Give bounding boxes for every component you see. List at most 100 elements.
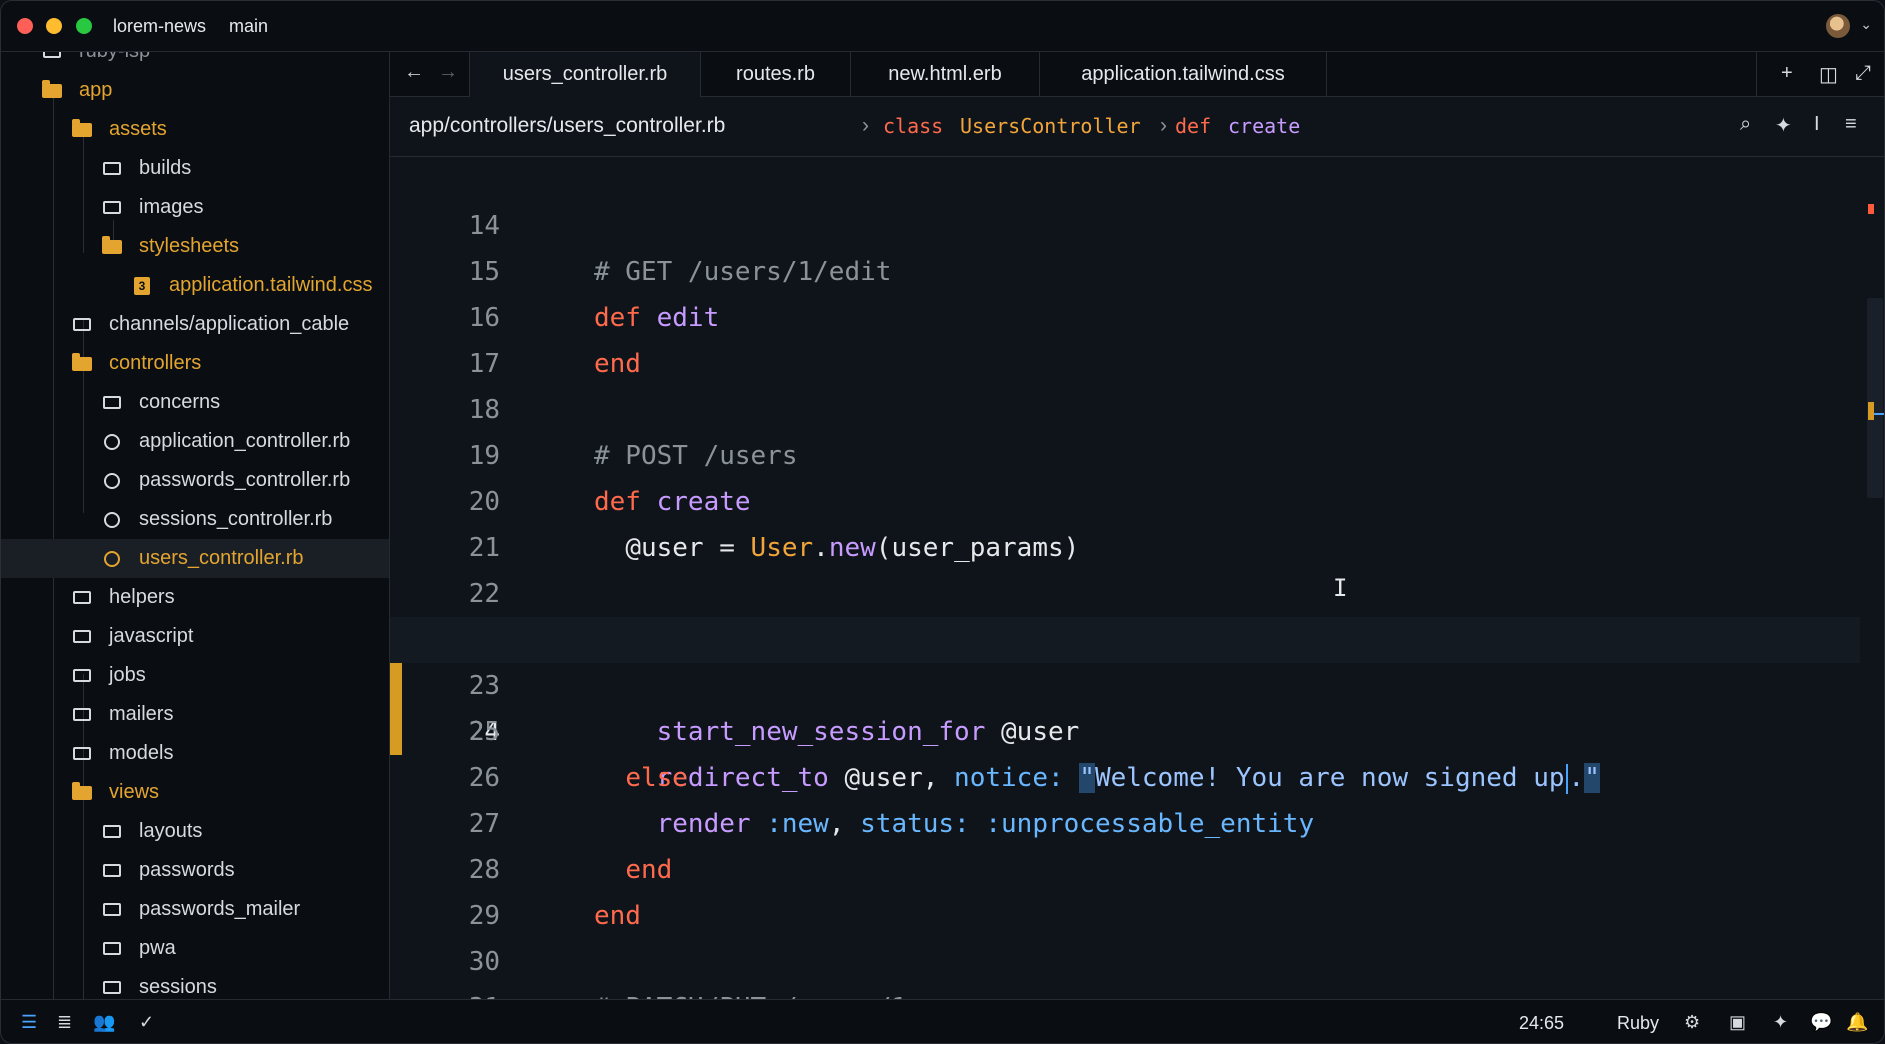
cursor-position[interactable]: 24:65 [1519,1013,1564,1034]
folder-icon [71,734,93,773]
tab-new-html-erb[interactable]: new.html.erb [851,52,1040,97]
code-line[interactable]: 18 # POST /users [390,341,1860,471]
breadcrumb: app/controllers/users_controller.rb › cl… [390,97,1884,157]
tree-item[interactable]: stylesheets [1,227,389,266]
tree-item-label: sessions [139,976,217,998]
folder-icon [101,149,123,188]
tree-item[interactable]: passwords [1,851,389,890]
folder-icon [71,578,93,617]
ruby-file-icon [101,422,123,461]
tree-item-label: mailers [109,703,174,725]
breadcrumb-class-keyword[interactable]: class [883,114,943,138]
project-name[interactable]: lorem-news [113,16,206,37]
tree-item-label: sessions_controller.rb [139,508,333,530]
code-line[interactable]: 29 [390,847,1860,931]
tree-item[interactable]: controllers [1,344,389,383]
breadcrumb-path[interactable]: app/controllers/users_controller.rb [409,114,725,138]
tab-routes[interactable]: routes.rb [701,52,851,97]
code-line[interactable]: 16 end [390,249,1860,379]
search-icon[interactable]: ⌕ [1740,113,1751,136]
tree-item[interactable]: sessions [1,968,389,999]
tree-item-label: builds [139,157,192,179]
maximize-icon[interactable]: ⤢ [1855,62,1871,85]
tree-item[interactable]: layouts [1,812,389,851]
code-line[interactable]: 31 def update [390,939,1860,999]
code-line[interactable]: 21 [390,479,1860,563]
code-line[interactable]: 19 def create [390,387,1860,517]
folder-open-icon [71,344,93,383]
new-tab-icon[interactable]: + [1781,62,1793,85]
scrollbar-thumb[interactable] [1867,298,1883,498]
tree-item[interactable]: javascript [1,617,389,656]
collaborators-icon[interactable]: 👥 [93,1012,115,1033]
diagnostic-marker [1868,204,1874,214]
tree-item-label: passwords_controller.rb [139,469,351,491]
user-avatar[interactable] [1826,14,1850,38]
tree-item-label: application.tailwind.css [169,274,373,296]
tree-item-partial[interactable]: ruby-lsp [1,52,389,71]
code-line[interactable]: 15 def edit [390,203,1860,333]
tree-item[interactable]: passwords_controller.rb [1,461,389,500]
code-line[interactable]: 30 # PATCH/PUT /users/1 [390,893,1860,999]
language-selector[interactable]: Ruby [1617,1013,1659,1034]
code-editor[interactable]: 14 # GET /users/1/edit 15 def edit 16 en… [390,157,1884,999]
tree-item[interactable]: concerns [1,383,389,422]
minimize-window-button[interactable] [46,18,62,34]
tree-item[interactable]: channels/application_cable [1,305,389,344]
notifications-bell-icon[interactable]: 🔔 [1846,1012,1868,1033]
folder-icon [71,617,93,656]
text-cursor-icon[interactable]: I [1814,113,1820,136]
tree-item[interactable]: models [1,734,389,773]
tree-item[interactable]: builds [1,149,389,188]
close-window-button[interactable] [17,18,33,34]
assistant-sparkle-icon[interactable]: ✦ [1773,1012,1788,1033]
tree-item[interactable]: passwords_mailer [1,890,389,929]
code-line[interactable]: 27 end [390,755,1860,885]
split-pane-icon[interactable]: ◫ [1819,62,1838,87]
tree-item[interactable]: app [1,71,389,110]
code-line[interactable]: 23 start_new_session_for @user [390,571,1860,747]
code-line-current[interactable]: 24 redirect_to @user, notice: "Welcome! … [390,617,1860,794]
settings-sliders-icon[interactable]: ≡ [1845,113,1857,136]
tree-item[interactable]: users_controller.rb [1,539,389,578]
tree-item-label: javascript [109,625,194,647]
diagnostics-check-icon[interactable]: ✓ [139,1012,154,1033]
breadcrumb-def-keyword[interactable]: def [1175,114,1211,138]
copilot-icon[interactable]: ⚙ [1684,1012,1700,1033]
tree-item[interactable]: mailers [1,695,389,734]
code-line[interactable]: 22 if @user.save [390,525,1860,655]
tree-item[interactable]: jobs [1,656,389,695]
code-line[interactable]: 28 end [390,801,1860,931]
branch-name[interactable]: main [229,16,268,37]
breadcrumb-method[interactable]: create [1228,114,1300,138]
tree-item[interactable]: 3 application.tailwind.css [1,266,389,305]
tree-item[interactable]: views [1,773,389,812]
code-line[interactable]: 14 # GET /users/1/edit [390,157,1860,287]
code-line[interactable]: 17 [390,295,1860,379]
outline-icon[interactable]: ≣ [57,1012,72,1033]
git-change-marker [1868,402,1874,420]
tab-actions: + ◫ ⤢ [1756,52,1884,97]
vertical-scrollbar[interactable] [1864,157,1884,999]
code-line[interactable]: 26 render :new, status: :unprocessable_e… [390,709,1860,839]
project-tree-icon[interactable]: ☰ [21,1012,37,1033]
forward-icon[interactable]: → [438,61,458,84]
code-line[interactable]: 25 else [390,663,1860,793]
tree-item[interactable]: application_controller.rb [1,422,389,461]
assistant-sparkle-icon[interactable]: ✦ [1775,113,1792,138]
tab-application-tailwind-css[interactable]: application.tailwind.css [1040,52,1327,97]
tree-item-label: users_controller.rb [139,547,304,569]
chat-icon[interactable]: 💬 [1810,1012,1832,1033]
tab-users-controller[interactable]: users_controller.rb [470,52,701,97]
breadcrumb-class-name[interactable]: UsersController [960,114,1141,138]
tree-item[interactable]: images [1,188,389,227]
terminal-icon[interactable]: ▣ [1729,1012,1746,1033]
code-line[interactable]: 20 @user = User.new(user_params) [390,433,1860,563]
zoom-window-button[interactable] [76,18,92,34]
tree-item[interactable]: helpers [1,578,389,617]
tree-item[interactable]: assets [1,110,389,149]
chevron-down-icon[interactable]: ⌄ [1860,16,1872,33]
tree-item[interactable]: pwa [1,929,389,968]
back-icon[interactable]: ← [404,61,424,84]
tree-item[interactable]: sessions_controller.rb [1,500,389,539]
